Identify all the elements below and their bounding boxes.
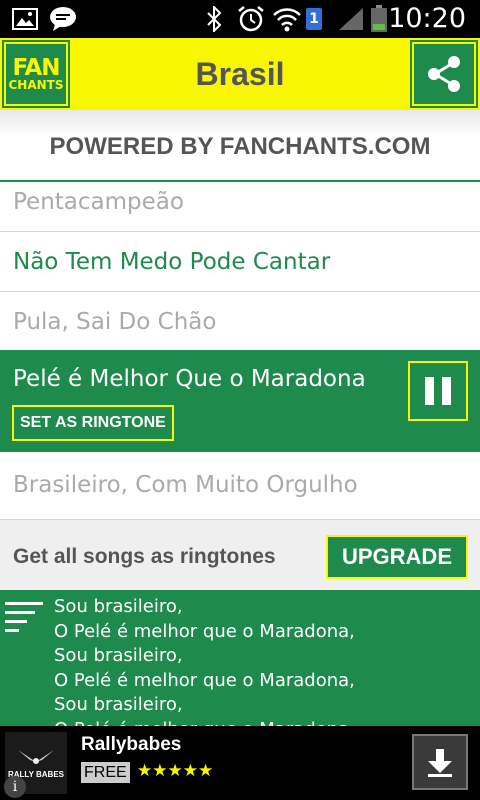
ad-banner[interactable]: RALLY BABES Rallybabes FREE ★★★★★ i (0, 726, 480, 800)
bluetooth-icon (202, 0, 226, 38)
ad-rating-stars: ★★★★★ (137, 761, 214, 781)
clock: 10:20 (388, 3, 466, 34)
logo-line2: CHANTS (8, 77, 64, 92)
song-title: Pula, Sai Do Chão (13, 309, 217, 335)
signal-icon (336, 0, 366, 38)
upgrade-button[interactable]: UPGRADE (326, 535, 468, 579)
pause-icon (425, 377, 434, 405)
pause-button[interactable] (408, 361, 468, 421)
song-title: Não Tem Medo Pode Cantar (13, 249, 331, 275)
sim-badge: 1 (309, 11, 319, 27)
song-item-active[interactable]: Pelé é Melhor Que o Maradona SET AS RING… (0, 350, 480, 452)
app-header: FAN CHANTS Brasil (0, 38, 480, 110)
sim-icon: 1 (304, 0, 324, 38)
lyrics-line: Sou brasileiro, (54, 694, 183, 715)
upgrade-text: Get all songs as ringtones (13, 545, 276, 568)
ad-download-button[interactable] (412, 734, 468, 790)
alarm-icon (236, 0, 266, 38)
lyrics-line: O Pelé é melhor que o Maradona, (54, 669, 355, 691)
lyrics-text: Sou brasileiro, O Pelé é melhor que o Ma… (54, 595, 355, 726)
song-title: Pentacampeão (13, 189, 184, 215)
set-as-ringtone-button[interactable]: SET AS RINGTONE (12, 405, 174, 441)
info-icon[interactable]: i (4, 776, 26, 798)
song-item[interactable]: Não Tem Medo Pode Cantar (0, 232, 480, 292)
wifi-icon (272, 0, 302, 38)
song-item[interactable]: Brasileiro, Com Muito Orgulho (0, 453, 480, 519)
battery-icon (368, 0, 390, 38)
song-item[interactable]: Pentacampeão (0, 172, 480, 232)
lyrics-icon (5, 602, 45, 632)
lyrics-line: O Pelé é melhor que o Maradona, (54, 718, 355, 727)
status-bar: 1 10:20 (0, 0, 480, 38)
song-item[interactable]: Pula, Sai Do Chão (0, 292, 480, 352)
upgrade-row: Get all songs as ringtones UPGRADE (0, 519, 480, 590)
logo-line1: FAN (12, 54, 60, 81)
fanchants-logo: FAN CHANTS (2, 40, 70, 108)
ad-app-name: Rallybabes (81, 734, 182, 755)
lyrics-line: Sou brasileiro, (54, 596, 183, 617)
song-title: Brasileiro, Com Muito Orgulho (13, 472, 358, 498)
page-title: Brasil (195, 56, 285, 92)
lyrics-line: Sou brasileiro, (54, 645, 183, 666)
lyrics-panel[interactable]: Sou brasileiro, O Pelé é melhor que o Ma… (0, 590, 480, 726)
lyrics-line: O Pelé é melhor que o Maradona, (54, 620, 355, 642)
image-icon (10, 0, 40, 38)
pause-icon (442, 377, 451, 405)
song-title: Pelé é Melhor Que o Maradona (13, 366, 366, 392)
share-icon (428, 56, 460, 92)
download-icon (428, 749, 452, 777)
ad-price-badge: FREE (81, 762, 130, 783)
chat-icon (48, 0, 78, 38)
share-button[interactable] (410, 40, 478, 108)
